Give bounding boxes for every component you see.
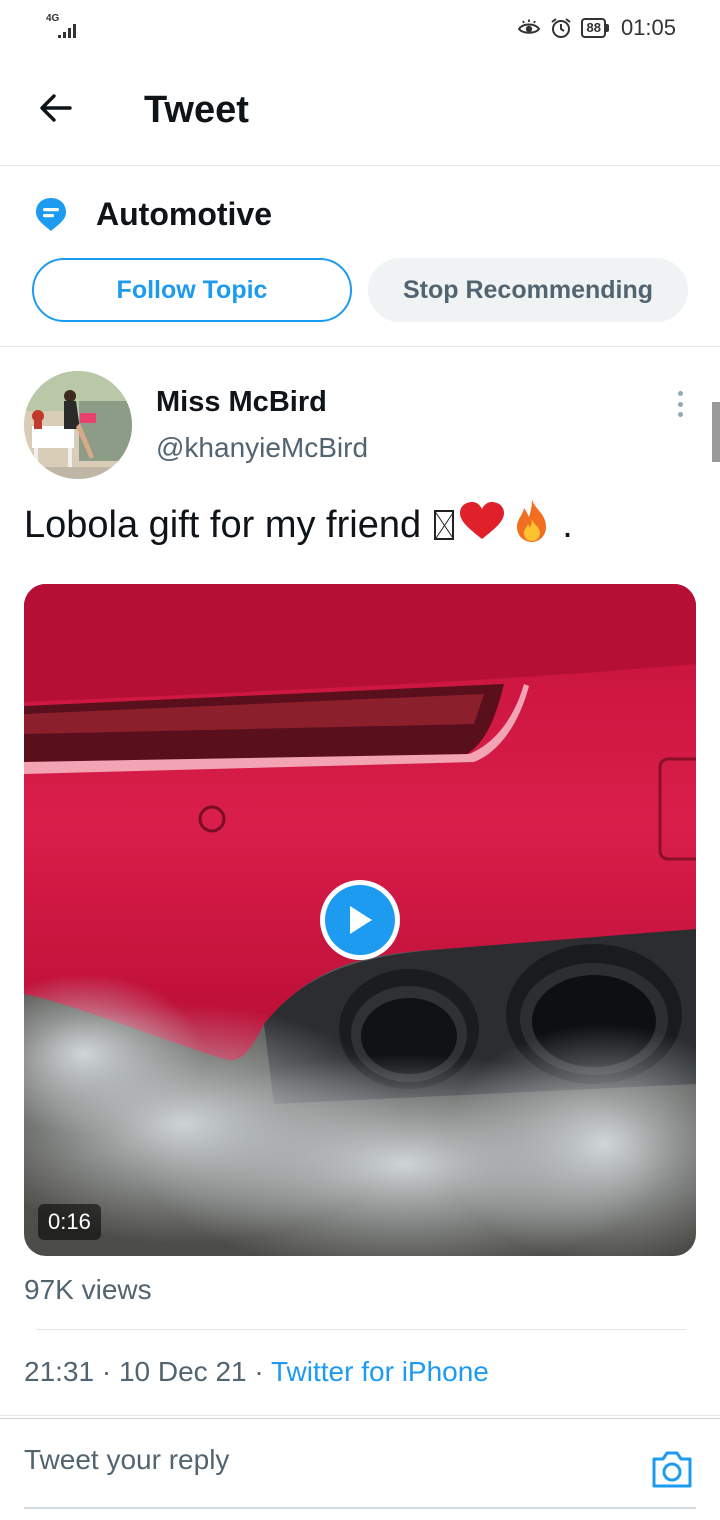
signal-icon: 4G bbox=[46, 14, 82, 40]
topic-icon bbox=[36, 198, 66, 231]
reply-input[interactable]: Tweet your reply bbox=[24, 1443, 229, 1477]
status-bar: 4G 88 01:05 bbox=[0, 0, 720, 56]
tweet-text-end: . bbox=[562, 504, 573, 546]
missing-glyph-icon bbox=[433, 510, 454, 540]
tweet-source-link[interactable]: Twitter for iPhone bbox=[271, 1356, 489, 1387]
network-type: 4G bbox=[46, 13, 60, 24]
meta-separator: · bbox=[254, 1356, 264, 1387]
page-title: Tweet bbox=[144, 89, 249, 131]
view-count[interactable]: 97K views bbox=[24, 1273, 152, 1307]
divider bbox=[36, 1329, 686, 1330]
play-icon bbox=[350, 906, 372, 934]
video-duration: 0:16 bbox=[38, 1204, 101, 1240]
more-options-icon[interactable] bbox=[666, 387, 694, 421]
fire-icon bbox=[516, 499, 546, 542]
eye-icon bbox=[518, 19, 541, 34]
tweet-text-body: Lobola gift for my friend bbox=[24, 504, 432, 546]
topic-name: Automotive bbox=[96, 196, 272, 232]
reply-bar: Tweet your reply bbox=[0, 1418, 720, 1509]
divider bbox=[0, 1415, 720, 1416]
play-button[interactable] bbox=[320, 880, 400, 960]
tweet-time: 21:31 bbox=[24, 1356, 95, 1387]
follow-topic-button[interactable]: Follow Topic bbox=[32, 258, 352, 322]
video-player[interactable]: 0:16 bbox=[24, 584, 696, 1256]
battery-level: 88 bbox=[581, 18, 606, 38]
author-handle[interactable]: @khanyieMcBird bbox=[156, 431, 368, 465]
topic-section: Automotive Follow Topic Stop Recommendin… bbox=[0, 166, 720, 462]
meta-separator: · bbox=[101, 1356, 112, 1387]
status-clock: 01:05 bbox=[620, 15, 676, 40]
avatar[interactable] bbox=[24, 371, 132, 479]
tweet-date: 10 Dec 21 bbox=[118, 1356, 247, 1387]
alarm-icon bbox=[551, 18, 572, 38]
app-header: Tweet bbox=[0, 56, 720, 166]
scrollbar[interactable] bbox=[712, 402, 720, 462]
tweet-meta: 21:31 · 10 Dec 21 · Twitter for iPhone bbox=[24, 1355, 489, 1389]
camera-icon[interactable] bbox=[650, 1449, 694, 1489]
author-name[interactable]: Miss McBird bbox=[156, 385, 327, 419]
battery-icon: 88 bbox=[581, 18, 609, 38]
arrow-left-icon[interactable] bbox=[36, 88, 76, 128]
reply-underline bbox=[24, 1507, 696, 1509]
red-heart-icon bbox=[459, 502, 504, 539]
stop-recommending-button[interactable]: Stop Recommending bbox=[368, 258, 688, 322]
tweet-text: Lobola gift for my friend . bbox=[24, 497, 573, 549]
